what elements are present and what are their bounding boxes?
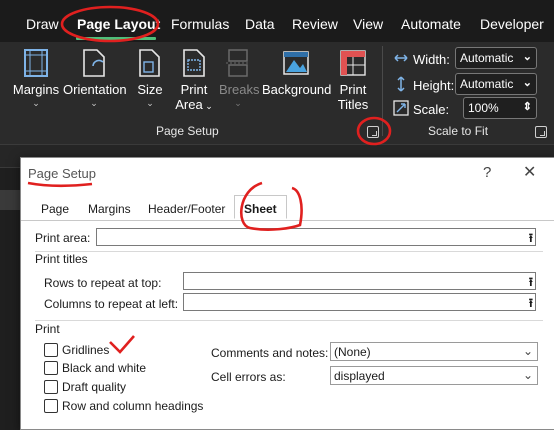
dialog-tab-row: Page Margins Header/Footer Sheet [21,195,554,221]
margins-button[interactable]: Margins ⌄ [12,48,60,109]
scale-row: Scale: 100% ⇕ [393,97,537,119]
dialog-title: Page Setup [28,166,96,181]
print-area-icon [183,49,205,77]
print-titles-label-2: Titles [337,97,369,112]
page-setup-group-label: Page Setup [156,124,219,138]
scale-icon [393,100,409,116]
tab-data[interactable]: Data [245,16,275,32]
height-icon [397,76,405,92]
cell-errors-select[interactable]: displayed ⌄ [330,366,538,385]
breaks-label: Breaks [219,82,260,97]
scale-value: 100% [468,101,499,115]
width-dropdown[interactable]: Automatic ⌄ [455,47,537,69]
black-white-checkbox[interactable] [44,361,58,375]
print-area-button[interactable]: Print Area ⌄ [174,48,214,114]
gridlines-label: Gridlines [62,343,110,357]
width-icon [394,54,408,62]
width-value: Automatic [460,51,514,65]
help-button[interactable]: ? [483,164,491,181]
collapse-dialog-icon[interactable]: ⭱ [529,229,533,250]
ribbon: Margins ⌄ Orientation ⌄ Size ⌄ Print Are… [0,42,554,145]
width-label: Width: [413,52,450,67]
black-white-label: Black and white [62,361,147,375]
width-row: Width: Automatic ⌄ [393,47,537,69]
tab-sheet[interactable]: Sheet [234,195,287,219]
breaks-button[interactable]: Breaks ⌄ [219,48,260,109]
orientation-button[interactable]: Orientation ⌄ [63,48,127,109]
height-value: Automatic [460,77,514,91]
row-col-headings-checkbox[interactable] [44,399,58,413]
size-icon [139,49,160,77]
comments-value: (None) [334,345,371,359]
height-label: Height: [413,78,455,93]
print-area-input[interactable]: ⭱ [96,228,536,246]
scale-to-fit-group-label: Scale to Fit [428,124,489,138]
print-titles-button[interactable]: Print Titles [336,48,370,112]
chevron-down-icon: ⌄ [522,344,533,358]
ribbon-tab-bar: Draw Page Layout Formulas Data Review Vi… [0,0,554,42]
scale-to-fit-launcher-icon[interactable] [535,126,547,138]
print-area-label: Print area: [35,231,91,245]
tab-draw[interactable]: Draw [26,16,59,32]
rows-repeat-input[interactable]: ⭱ [183,272,536,290]
height-row: Height: Automatic ⌄ [393,73,537,95]
draft-quality-label: Draft quality [62,380,127,394]
breaks-icon [226,49,250,77]
size-label: Size [137,82,163,97]
tab-margins[interactable]: Margins [88,202,131,216]
orientation-icon [83,49,105,77]
tab-page-layout[interactable]: Page Layout [77,16,160,32]
cell-errors-label: Cell errors as: [211,370,286,384]
page-setup-dialog-launcher-icon[interactable] [367,126,379,138]
print-titles-heading: Print titles [35,252,88,266]
collapse-dialog-icon[interactable]: ⭱ [529,273,533,294]
height-dropdown[interactable]: Automatic ⌄ [455,73,537,95]
tab-page[interactable]: Page [41,202,69,216]
print-area-label-2: Area [175,97,203,112]
print-titles-label-1: Print [339,82,367,97]
tab-review[interactable]: Review [292,16,338,32]
scale-label: Scale: [413,102,450,117]
scale-spinner[interactable]: 100% ⇕ [463,97,537,119]
tab-view[interactable]: View [353,16,383,32]
size-button[interactable]: Size ⌄ [135,48,165,109]
print-heading: Print [35,322,60,336]
tab-developer[interactable]: Developer [480,16,544,32]
cell-errors-value: displayed [334,369,385,383]
print-titles-icon [340,50,366,76]
row-col-headings-label: Row and column headings [62,399,204,413]
background-button[interactable]: Background [262,48,332,97]
group-divider [382,46,383,136]
tab-formulas[interactable]: Formulas [171,16,229,32]
tab-automate[interactable]: Automate [401,16,461,32]
spinner-icon: ⇕ [522,101,532,113]
tab-header-footer[interactable]: Header/Footer [148,202,225,216]
background-label: Background [262,82,332,97]
rows-repeat-label: Rows to repeat at top: [44,276,162,290]
close-button[interactable]: ✕ [523,162,536,182]
cols-repeat-label: Columns to repeat at left: [44,297,179,311]
margins-icon [24,49,48,77]
chevron-down-icon: ⌄ [522,368,533,382]
orientation-label: Orientation [63,82,127,97]
margins-label: Margins [12,82,60,97]
background-icon [283,51,309,75]
chevron-down-icon: ⌄ [522,51,532,63]
gridlines-checkbox[interactable] [44,343,58,357]
print-area-label-1: Print [180,82,208,97]
collapse-dialog-icon[interactable]: ⭱ [529,294,533,315]
cols-repeat-input[interactable]: ⭱ [183,293,536,311]
draft-quality-checkbox[interactable] [44,380,58,394]
active-tab-underline [76,37,156,40]
comments-select[interactable]: (None) ⌄ [330,342,538,361]
page-setup-dialog: Page Setup ? ✕ Page Margins Header/Foote… [20,157,554,430]
chevron-down-icon: ⌄ [522,77,532,89]
comments-label: Comments and notes: [211,346,329,360]
